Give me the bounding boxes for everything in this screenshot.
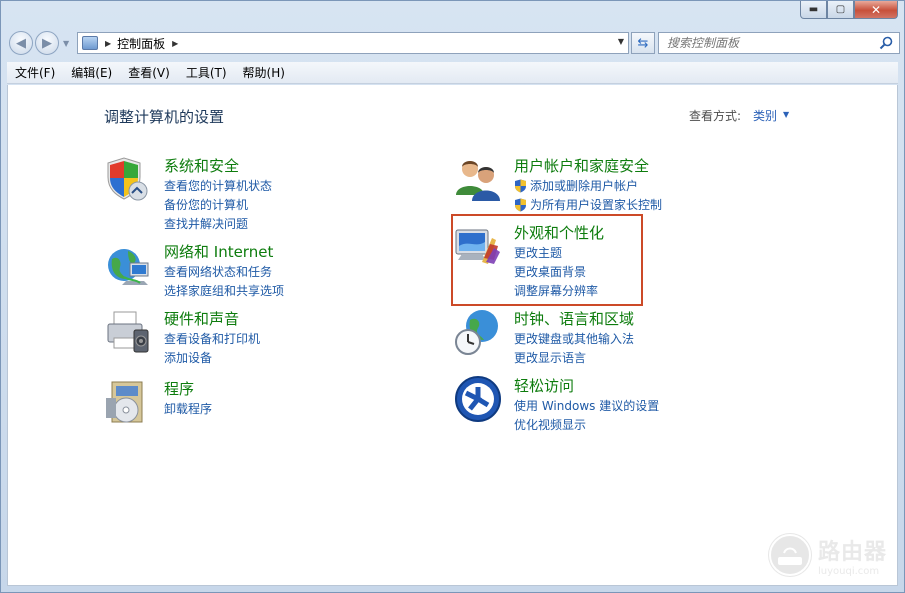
arrow-left-icon: ◀: [16, 35, 26, 51]
category-ease-of-access: 轻松访问 使用 Windows 建议的设置 优化视频显示: [454, 375, 754, 437]
link-label[interactable]: 添加或删除用户帐户: [530, 177, 638, 194]
uac-shield-icon: [515, 179, 526, 192]
network-globe-icon[interactable]: [104, 241, 152, 289]
link-backup-computer[interactable]: 备份您的计算机: [164, 195, 272, 214]
category-title[interactable]: 轻松访问: [514, 375, 574, 396]
view-by-dropdown[interactable]: 类别: [753, 107, 777, 124]
caption-buttons: ▬ ▢ ✕: [800, 1, 898, 20]
uac-shield-icon: [515, 198, 526, 211]
dropdown-arrow-icon[interactable]: ▼: [783, 110, 789, 119]
link-change-display-language[interactable]: 更改显示语言: [514, 348, 634, 367]
shield-icon[interactable]: [104, 155, 152, 203]
link-homegroup-sharing[interactable]: 选择家庭组和共享选项: [164, 281, 284, 300]
forward-button[interactable]: ▶: [35, 31, 59, 55]
minimize-button[interactable]: ▬: [800, 1, 827, 19]
link-label[interactable]: 为所有用户设置家长控制: [530, 196, 662, 213]
highlight-box: [451, 214, 643, 306]
maximize-button[interactable]: ▢: [827, 1, 854, 19]
link-add-device[interactable]: 添加设备: [164, 348, 260, 367]
category-title[interactable]: 用户帐户和家庭安全: [514, 155, 649, 176]
menu-help[interactable]: 帮助(H): [243, 64, 285, 81]
control-panel-icon: [82, 36, 98, 50]
view-by-label: 查看方式:: [689, 109, 742, 123]
link-change-keyboard-input[interactable]: 更改键盘或其他输入法: [514, 329, 634, 348]
breadcrumb-control-panel[interactable]: 控制面板: [117, 35, 165, 52]
link-troubleshoot[interactable]: 查找并解决问题: [164, 214, 272, 233]
watermark-url: luyouqi.com: [818, 565, 880, 577]
arrow-right-icon: ▶: [42, 35, 52, 51]
link-uninstall-program[interactable]: 卸载程序: [164, 399, 212, 418]
breadcrumb-separator[interactable]: ▶: [105, 39, 111, 48]
menu-tools[interactable]: 工具(T): [186, 64, 227, 81]
menu-view[interactable]: 查看(V): [128, 64, 170, 81]
category-user-accounts: 用户帐户和家庭安全 添加或删除用户帐户 为所有用户设置家长控制: [454, 155, 754, 217]
back-button[interactable]: ◀: [9, 31, 33, 55]
menu-edit[interactable]: 编辑(E): [71, 64, 112, 81]
category-title[interactable]: 硬件和声音: [164, 308, 239, 329]
category-programs: 程序 卸载程序: [104, 378, 404, 428]
breadcrumb-separator[interactable]: ▶: [172, 39, 178, 48]
content-area: 调整计算机的设置 查看方式: 类别 ▼ 系统和安全 查看您的计算机状态 备份您的…: [7, 85, 898, 586]
search-input[interactable]: [659, 36, 869, 50]
refresh-button[interactable]: ⇆: [631, 32, 655, 54]
category-system-security: 系统和安全 查看您的计算机状态 备份您的计算机 查找并解决问题: [104, 155, 404, 235]
watermark: 路由器 luyouqi.com: [768, 533, 887, 577]
close-button[interactable]: ✕: [854, 1, 898, 19]
address-dropdown-icon[interactable]: ▼: [618, 37, 624, 46]
menu-file[interactable]: 文件(F): [15, 64, 55, 81]
link-network-status[interactable]: 查看网络状态和任务: [164, 262, 284, 281]
category-network: 网络和 Internet 查看网络状态和任务 选择家庭组和共享选项: [104, 241, 404, 303]
page-title: 调整计算机的设置: [104, 108, 225, 126]
refresh-arrows-icon: ⇆: [637, 35, 649, 51]
category-clock-region: 时钟、语言和区域 更改键盘或其他输入法 更改显示语言: [454, 308, 754, 370]
search-box[interactable]: [658, 32, 900, 54]
link-add-remove-accounts[interactable]: 添加或删除用户帐户: [514, 176, 662, 195]
watermark-name: 路由器: [818, 539, 888, 565]
category-title[interactable]: 网络和 Internet: [164, 241, 273, 262]
control-panel-window: ▬ ▢ ✕ ◀ ▶ ▼ ▶ 控制面板 ▶ ▼ ⇆ 文件(F: [0, 0, 905, 593]
address-bar[interactable]: ▶ 控制面板 ▶ ▼: [77, 32, 629, 54]
router-logo-icon: [768, 533, 812, 577]
category-title[interactable]: 程序: [164, 378, 194, 399]
recent-pages-dropdown[interactable]: ▼: [63, 39, 71, 48]
programs-disc-icon[interactable]: [104, 378, 152, 426]
link-parental-controls[interactable]: 为所有用户设置家长控制: [514, 195, 662, 214]
link-windows-recommended-settings[interactable]: 使用 Windows 建议的设置: [514, 396, 659, 415]
printer-icon[interactable]: [104, 308, 152, 356]
category-title[interactable]: 系统和安全: [164, 155, 239, 176]
link-optimize-display[interactable]: 优化视频显示: [514, 415, 659, 434]
clock-globe-icon[interactable]: [454, 308, 502, 356]
category-title[interactable]: 时钟、语言和区域: [514, 308, 634, 329]
category-hardware: 硬件和声音 查看设备和打印机 添加设备: [104, 308, 404, 370]
users-icon[interactable]: [454, 155, 502, 203]
search-icon[interactable]: [879, 36, 893, 50]
link-view-computer-status[interactable]: 查看您的计算机状态: [164, 176, 272, 195]
link-devices-printers[interactable]: 查看设备和打印机: [164, 329, 260, 348]
navigation-row: ◀ ▶ ▼ ▶ 控制面板 ▶ ▼ ⇆: [7, 29, 900, 57]
menu-bar: 文件(F) 编辑(E) 查看(V) 工具(T) 帮助(H): [7, 62, 898, 84]
ease-of-access-icon[interactable]: [454, 375, 502, 423]
